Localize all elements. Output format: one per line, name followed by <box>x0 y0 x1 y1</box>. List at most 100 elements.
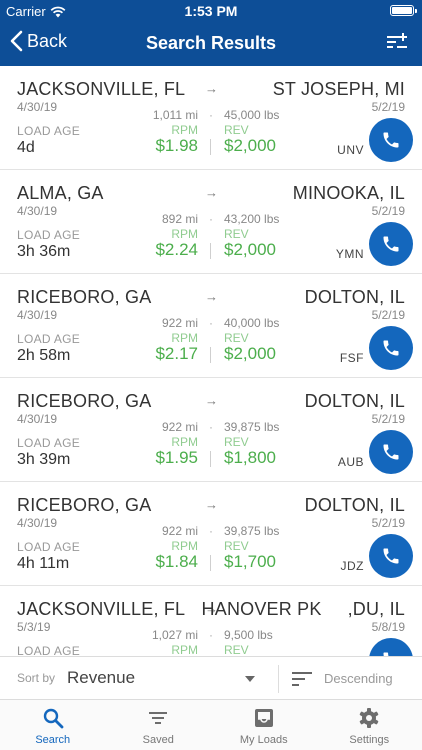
rate-per-mile: $2.17 <box>155 344 198 363</box>
rev-label: REV <box>224 435 249 449</box>
results-list[interactable]: JACKSONVILLE, FL → ST JOSEPH, MI 4/30/19 5/2… <box>0 66 422 656</box>
load-age: 4d <box>17 139 35 156</box>
destination-city: MINOOKA, IL <box>292 183 405 203</box>
origin-city: ALMA, GA <box>17 183 104 203</box>
broker-code: YMN <box>335 247 364 261</box>
rate-per-mile: $1.98 <box>155 136 198 155</box>
arrow-right-icon: → <box>205 393 218 408</box>
filter-settings-icon <box>387 33 407 48</box>
revenue: $2,000 <box>224 344 276 363</box>
pickup-date: 4/30/19 <box>17 204 58 218</box>
weight: 39,875 lbs <box>224 524 280 538</box>
load-age-label: LOAD AGE <box>17 436 81 450</box>
pickup-date: 4/30/19 <box>17 412 58 426</box>
sort-order-toggle[interactable]: Descending <box>324 671 393 686</box>
weight: 40,000 lbs <box>224 316 280 330</box>
rev-label: REV <box>224 123 249 137</box>
rpm-label: RPM <box>171 643 198 656</box>
revenue: $2,000 <box>224 240 276 259</box>
revenue: $2,000 <box>224 136 276 155</box>
sort-by-label: Sort by <box>17 671 56 685</box>
distance: 892 mi <box>161 212 198 226</box>
destination-city: DOLTON, IL <box>304 495 405 515</box>
arrow-right-icon: → <box>205 497 218 512</box>
broker-code: JDZ <box>340 559 364 573</box>
load-age-label: LOAD AGE <box>17 124 81 138</box>
load-card[interactable]: JACKSONVILLE, FL → ST JOSEPH, MI 4/30/19 5/2… <box>0 66 422 170</box>
page-title: Search Results <box>145 33 277 53</box>
separator-dot: · <box>209 420 213 434</box>
dropdown-caret-icon[interactable] <box>245 676 255 682</box>
phone-icon <box>383 340 399 356</box>
call-button[interactable] <box>369 326 413 370</box>
load-age: 4h 11m <box>17 555 70 572</box>
call-button[interactable] <box>369 534 413 578</box>
call-button[interactable] <box>369 222 413 266</box>
inbox-icon <box>254 709 273 727</box>
rpm-label: RPM <box>171 123 198 137</box>
rpm-label: RPM <box>171 227 198 241</box>
battery-icon <box>390 5 414 16</box>
delivery-date: 5/2/19 <box>371 100 405 114</box>
phone-icon <box>383 444 399 460</box>
destination-city: ST JOSEPH, MI <box>272 79 405 99</box>
filter-button[interactable] <box>386 32 408 57</box>
rpm-label: RPM <box>171 435 198 449</box>
load-card[interactable]: JACKSONVILLE, FL → HANOVER PK ,DU, IL 5/3/1… <box>0 586 422 656</box>
status-time: 1:53 PM <box>184 3 238 19</box>
rev-label: REV <box>224 331 249 345</box>
value-separator <box>210 451 211 467</box>
phone-icon <box>383 132 399 148</box>
pickup-date: 4/30/19 <box>17 308 58 322</box>
broker-code: UNV <box>337 143 364 157</box>
sort-order-icon[interactable] <box>291 670 313 688</box>
tab-settings[interactable]: Settings <box>317 700 422 750</box>
navigation-bar: Back Search Results <box>0 22 422 66</box>
rate-per-mile: $1.95 <box>155 448 198 467</box>
load-age-label: LOAD AGE <box>17 644 81 656</box>
tab-saved[interactable]: Saved <box>106 700 212 750</box>
delivery-date: 5/2/19 <box>371 204 405 218</box>
weight: 43,200 lbs <box>224 212 280 226</box>
rev-label: REV <box>224 539 249 553</box>
distance: 922 mi <box>161 316 198 330</box>
load-card[interactable]: RICEBORO, GA → DOLTON, IL 4/30/19 5/2/19 922 … <box>0 378 422 482</box>
gear-icon <box>359 708 379 728</box>
load-card[interactable]: RICEBORO, GA → DOLTON, IL 4/30/19 5/2/19 922 … <box>0 274 422 378</box>
call-button[interactable] <box>369 430 413 474</box>
broker-code: FSF <box>339 351 364 365</box>
delivery-date: 5/2/19 <box>371 516 405 530</box>
delivery-date: 5/8/19 <box>371 620 405 634</box>
tab-search[interactable]: Search <box>0 700 106 750</box>
load-age: 3h 36m <box>17 243 71 260</box>
arrow-right-icon: → <box>205 289 218 304</box>
load-card[interactable]: ALMA, GA → MINOOKA, IL 4/30/19 5/2/19 892 mi ·… <box>0 170 422 274</box>
origin-city: JACKSONVILLE, FL <box>17 79 186 99</box>
revenue: $1,700 <box>224 552 276 571</box>
distance: 1,011 mi <box>152 108 198 122</box>
search-icon <box>43 708 64 729</box>
call-button[interactable] <box>369 638 413 656</box>
value-separator <box>210 243 211 259</box>
separator-dot: · <box>209 524 213 538</box>
weight: 39,875 lbs <box>224 420 280 434</box>
tab-my-loads[interactable]: My Loads <box>211 700 317 750</box>
phone-icon <box>383 548 399 564</box>
distance: 922 mi <box>161 420 198 434</box>
load-card[interactable]: RICEBORO, GA → DOLTON, IL 4/30/19 5/2/19 922 … <box>0 482 422 586</box>
arrow-right-icon: → <box>205 185 218 200</box>
value-separator <box>210 555 211 571</box>
weight: 9,500 lbs <box>224 628 273 642</box>
sort-field-select[interactable]: Revenue <box>67 668 135 688</box>
load-age-label: LOAD AGE <box>17 540 81 554</box>
origin-city: RICEBORO, GA <box>17 495 152 515</box>
arrow-right-icon: → <box>205 81 218 96</box>
separator-dot: · <box>209 212 213 226</box>
rev-label: REV <box>224 643 249 656</box>
rate-per-mile: $2.24 <box>155 240 198 259</box>
rpm-label: RPM <box>171 331 198 345</box>
pickup-date: 4/30/19 <box>17 100 58 114</box>
call-button[interactable] <box>369 118 413 162</box>
value-separator <box>210 139 211 155</box>
distance: 1,027 mi <box>151 628 198 642</box>
